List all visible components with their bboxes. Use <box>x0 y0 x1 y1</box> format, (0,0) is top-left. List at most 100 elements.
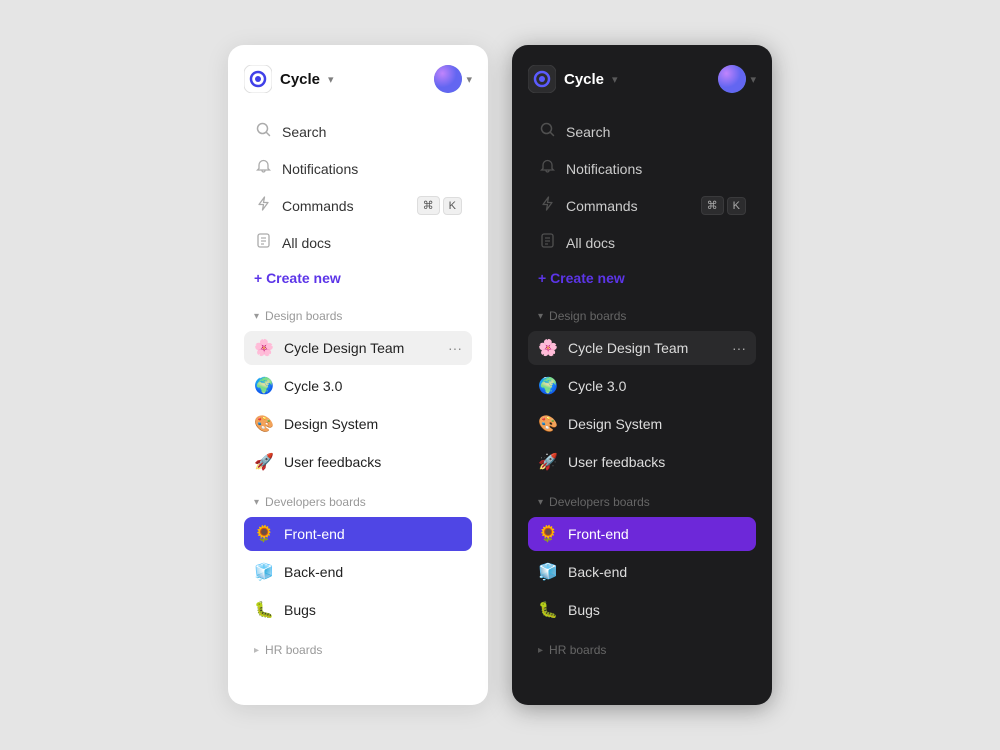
lightning-icon-dark <box>538 196 556 215</box>
app-brand-dark[interactable]: Cycle ▾ <box>528 65 618 93</box>
board-cycle-design-team-light[interactable]: 🌸 Cycle Design Team ··· <box>244 331 472 365</box>
board-label-bugs-dark: Bugs <box>568 602 746 618</box>
avatar-dark <box>718 65 746 93</box>
board-emoji-0-dark: 🌸 <box>538 338 558 358</box>
board-cycle-3-light[interactable]: 🌍 Cycle 3.0 <box>244 369 472 403</box>
bell-icon-light <box>254 159 272 178</box>
board-label-0-dark: Cycle Design Team <box>568 340 722 356</box>
board-bugs-light[interactable]: 🐛 Bugs <box>244 593 472 627</box>
nav-notifications-dark[interactable]: Notifications <box>528 152 756 185</box>
create-new-label-dark: + Create new <box>538 270 625 286</box>
nav-commands-light[interactable]: Commands ⌘ K <box>244 189 472 222</box>
board-cycle-design-team-dark[interactable]: 🌸 Cycle Design Team ··· <box>528 331 756 365</box>
board-backend-light[interactable]: 🧊 Back-end <box>244 555 472 589</box>
section-chevron-hr-dark: ▸ <box>538 645 543 656</box>
k-key-light: K <box>443 197 462 215</box>
lightning-icon-light <box>254 196 272 215</box>
nav-notifications-light[interactable]: Notifications <box>244 152 472 185</box>
board-emoji-bugs-light: 🐛 <box>254 600 274 620</box>
nav-all-docs-dark[interactable]: All docs <box>528 226 756 259</box>
board-backend-dark[interactable]: 🧊 Back-end <box>528 555 756 589</box>
cycle-logo-dark <box>528 65 556 93</box>
board-dots-0-dark[interactable]: ··· <box>732 340 746 356</box>
board-user-feedbacks-dark[interactable]: 🚀 User feedbacks <box>528 445 756 479</box>
board-emoji-be-dark: 🧊 <box>538 562 558 582</box>
board-user-feedbacks-light[interactable]: 🚀 User feedbacks <box>244 445 472 479</box>
nav-commands-label-dark: Commands <box>566 198 691 214</box>
cmd-key-light: ⌘ <box>417 196 440 215</box>
nav-commands-dark[interactable]: Commands ⌘ K <box>528 189 756 222</box>
board-frontend-light[interactable]: 🌻 Front-end <box>244 517 472 551</box>
board-label-be-dark: Back-end <box>568 564 746 580</box>
bell-icon-dark <box>538 159 556 178</box>
board-emoji-3-dark: 🚀 <box>538 452 558 472</box>
nav-notifications-label-light: Notifications <box>282 161 462 177</box>
sidebar-light: Cycle ▾ ▾ Search <box>228 45 488 705</box>
avatar-chevron-dark[interactable]: ▾ <box>750 73 756 86</box>
section-hr-boards-dark[interactable]: ▸ HR boards <box>528 631 756 661</box>
nav-all-docs-light[interactable]: All docs <box>244 226 472 259</box>
avatar-wrapper-dark[interactable]: ▾ <box>718 65 756 93</box>
board-label-bugs-light: Bugs <box>284 602 462 618</box>
section-chevron-design-light: ▾ <box>254 311 259 322</box>
board-bugs-dark[interactable]: 🐛 Bugs <box>528 593 756 627</box>
board-label-2-light: Design System <box>284 416 462 432</box>
section-label-design-light: Design boards <box>265 309 342 323</box>
header-light: Cycle ▾ ▾ <box>244 65 472 93</box>
board-design-system-light[interactable]: 🎨 Design System <box>244 407 472 441</box>
create-new-label-light: + Create new <box>254 270 341 286</box>
board-label-1-dark: Cycle 3.0 <box>568 378 746 394</box>
board-label-1-light: Cycle 3.0 <box>284 378 462 394</box>
section-label-hr-light: HR boards <box>265 643 322 657</box>
avatar-light <box>434 65 462 93</box>
app-brand-light[interactable]: Cycle ▾ <box>244 65 334 93</box>
header-dark: Cycle ▾ ▾ <box>528 65 756 93</box>
docs-icon-light <box>254 233 272 252</box>
create-new-light[interactable]: + Create new <box>244 263 472 293</box>
board-dots-0-light[interactable]: ··· <box>448 340 462 356</box>
nav-search-dark[interactable]: Search <box>528 115 756 148</box>
app-name-dark: Cycle <box>564 71 604 88</box>
board-emoji-1-light: 🌍 <box>254 376 274 396</box>
nav-commands-label-light: Commands <box>282 198 407 214</box>
section-chevron-hr-light: ▸ <box>254 645 259 656</box>
cycle-logo-light <box>244 65 272 93</box>
board-emoji-2-light: 🎨 <box>254 414 274 434</box>
cmd-key-dark: ⌘ <box>701 196 724 215</box>
section-label-dev-light: Developers boards <box>265 495 366 509</box>
avatar-chevron-light[interactable]: ▾ <box>466 73 472 86</box>
board-emoji-bugs-dark: 🐛 <box>538 600 558 620</box>
create-new-dark[interactable]: + Create new <box>528 263 756 293</box>
board-emoji-0-light: 🌸 <box>254 338 274 358</box>
app-chevron-dark[interactable]: ▾ <box>612 73 618 86</box>
app-name-light: Cycle <box>280 71 320 88</box>
board-label-fe-light: Front-end <box>284 526 462 542</box>
board-frontend-dark[interactable]: 🌻 Front-end <box>528 517 756 551</box>
board-label-3-dark: User feedbacks <box>568 454 746 470</box>
section-chevron-dev-dark: ▾ <box>538 497 543 508</box>
section-hr-boards-light[interactable]: ▸ HR boards <box>244 631 472 661</box>
section-dev-boards-dark[interactable]: ▾ Developers boards <box>528 483 756 513</box>
board-emoji-2-dark: 🎨 <box>538 414 558 434</box>
section-design-boards-dark[interactable]: ▾ Design boards <box>528 297 756 327</box>
search-icon-light <box>254 122 272 141</box>
board-emoji-fe-dark: 🌻 <box>538 524 558 544</box>
board-cycle-3-dark[interactable]: 🌍 Cycle 3.0 <box>528 369 756 403</box>
section-dev-boards-light[interactable]: ▾ Developers boards <box>244 483 472 513</box>
k-key-dark: K <box>727 197 746 215</box>
section-design-boards-light[interactable]: ▾ Design boards <box>244 297 472 327</box>
section-chevron-dev-light: ▾ <box>254 497 259 508</box>
section-chevron-design-dark: ▾ <box>538 311 543 322</box>
board-design-system-dark[interactable]: 🎨 Design System <box>528 407 756 441</box>
board-label-2-dark: Design System <box>568 416 746 432</box>
app-chevron-light[interactable]: ▾ <box>328 73 334 86</box>
nav-search-label-dark: Search <box>566 124 746 140</box>
board-label-fe-dark: Front-end <box>568 526 746 542</box>
section-label-design-dark: Design boards <box>549 309 626 323</box>
docs-icon-dark <box>538 233 556 252</box>
board-emoji-be-light: 🧊 <box>254 562 274 582</box>
nav-search-light[interactable]: Search <box>244 115 472 148</box>
avatar-wrapper-light[interactable]: ▾ <box>434 65 472 93</box>
board-emoji-1-dark: 🌍 <box>538 376 558 396</box>
board-label-0-light: Cycle Design Team <box>284 340 438 356</box>
